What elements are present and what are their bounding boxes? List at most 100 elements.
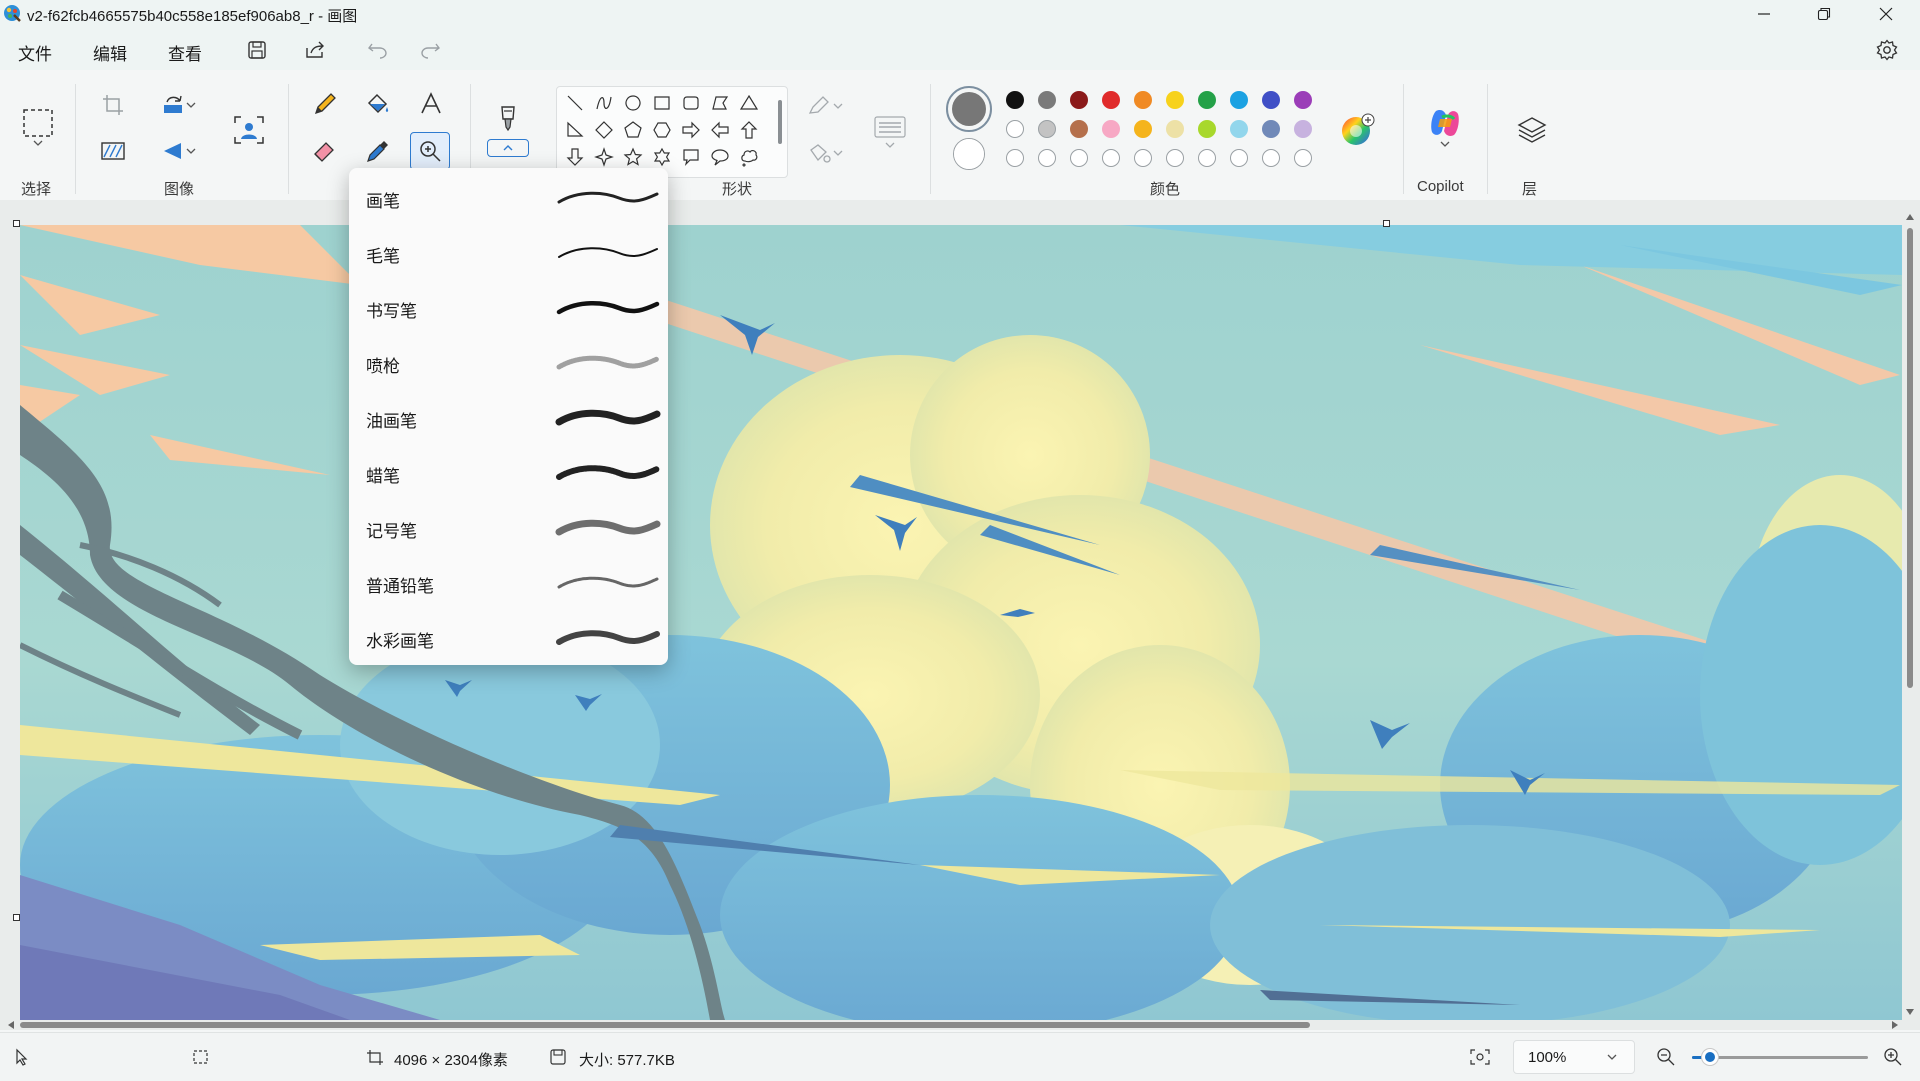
undo-button[interactable] (364, 36, 392, 64)
color-swatch[interactable] (1038, 149, 1056, 167)
primary-color-button[interactable] (946, 86, 992, 132)
restore-button[interactable] (1794, 0, 1854, 28)
resize-handle[interactable] (13, 220, 20, 227)
stroke-size-button[interactable] (870, 104, 910, 160)
hexagon-shape-icon[interactable] (653, 122, 671, 138)
curve-shape-icon[interactable] (596, 96, 612, 110)
minimize-button[interactable] (1734, 0, 1794, 28)
brush-menu-toggle[interactable] (487, 139, 529, 157)
copilot-button[interactable] (1425, 100, 1465, 156)
magnifier-button[interactable] (410, 132, 450, 170)
oval-callout-shape-icon[interactable] (711, 149, 729, 166)
four-point-star-shape-icon[interactable] (594, 147, 614, 167)
brush-option-calligraphy[interactable]: 毛笔 (349, 225, 668, 280)
line-shape-icon[interactable] (567, 95, 583, 111)
zoom-in-button[interactable] (1883, 1047, 1903, 1067)
crop-button[interactable] (94, 87, 132, 123)
color-swatch[interactable] (1294, 149, 1312, 167)
flip-button[interactable] (150, 133, 208, 169)
color-swatch[interactable] (1294, 91, 1312, 109)
down-arrow-shape-icon[interactable] (566, 148, 584, 166)
zoom-slider[interactable] (1692, 1048, 1868, 1066)
color-swatch[interactable] (1294, 120, 1312, 138)
brush-option-oil[interactable]: 油画笔 (349, 390, 668, 445)
left-arrow-shape-icon[interactable] (711, 121, 729, 139)
rect-callout-shape-icon[interactable] (683, 149, 699, 166)
remove-background-button[interactable] (229, 110, 269, 150)
settings-button[interactable] (1873, 36, 1901, 64)
right-triangle-shape-icon[interactable] (567, 121, 584, 137)
brushes-button[interactable] (487, 100, 529, 160)
color-swatch[interactable] (1038, 91, 1056, 109)
text-button[interactable] (412, 86, 450, 122)
six-point-star-shape-icon[interactable] (653, 147, 671, 167)
eraser-button[interactable] (306, 133, 344, 169)
resize-handle[interactable] (1383, 220, 1390, 227)
color-swatch[interactable] (1102, 91, 1120, 109)
save-button[interactable] (243, 36, 271, 64)
color-swatch[interactable] (1038, 120, 1056, 138)
menu-view[interactable]: 查看 (168, 40, 202, 65)
color-swatch[interactable] (1262, 120, 1280, 138)
color-swatch[interactable] (1230, 120, 1248, 138)
color-swatch[interactable] (1198, 91, 1216, 109)
color-swatch[interactable] (1070, 91, 1088, 109)
secondary-color-button[interactable] (953, 138, 985, 170)
fill-button[interactable] (359, 86, 397, 122)
color-swatch[interactable] (1166, 149, 1184, 167)
horizontal-scrollbar[interactable] (6, 1021, 1904, 1029)
shapes-gallery-scrollbar[interactable] (778, 100, 782, 144)
brush-option-crayon[interactable]: 蜡笔 (349, 445, 668, 500)
horizontal-scroll-thumb[interactable] (20, 1022, 1310, 1028)
vertical-scroll-thumb[interactable] (1907, 228, 1913, 688)
color-swatch[interactable] (1262, 91, 1280, 109)
color-swatch[interactable] (1134, 149, 1152, 167)
oval-shape-icon[interactable] (625, 95, 641, 111)
color-swatch[interactable] (1166, 91, 1184, 109)
brush-option-marker[interactable]: 记号笔 (349, 500, 668, 555)
brush-option-airbrush[interactable]: 喷枪 (349, 335, 668, 390)
resize-handle[interactable] (13, 914, 20, 921)
pencil-button[interactable] (306, 86, 344, 122)
share-button[interactable] (302, 36, 330, 64)
polygon-shape-icon[interactable] (712, 96, 729, 110)
brush-option-brush[interactable]: 画笔 (349, 170, 668, 225)
five-point-star-shape-icon[interactable] (623, 147, 643, 166)
color-swatch[interactable] (1166, 120, 1184, 138)
brush-option-pencil[interactable]: 普通铅笔 (349, 555, 668, 610)
cloud-callout-shape-icon[interactable] (741, 149, 758, 167)
color-swatch[interactable] (1006, 91, 1024, 109)
color-swatch[interactable] (1230, 91, 1248, 109)
triangle-shape-icon[interactable] (739, 94, 759, 110)
pentagon-shape-icon[interactable] (624, 121, 642, 138)
color-swatch[interactable] (1198, 120, 1216, 138)
close-button[interactable] (1856, 0, 1916, 28)
color-swatch[interactable] (1134, 120, 1152, 138)
brush-option-pen[interactable]: 书写笔 (349, 280, 668, 335)
color-swatch[interactable] (1134, 91, 1152, 109)
layers-button[interactable] (1512, 110, 1552, 150)
drawing-canvas[interactable] (20, 225, 1902, 1020)
color-swatch[interactable] (1198, 149, 1216, 167)
color-swatch[interactable] (1262, 149, 1280, 167)
resize-button[interactable] (94, 133, 132, 169)
edit-colors-button[interactable] (1340, 112, 1376, 148)
color-swatch[interactable] (1070, 149, 1088, 167)
color-swatch[interactable] (1006, 149, 1024, 167)
shape-fill-button[interactable] (800, 135, 852, 171)
rectangle-shape-icon[interactable] (654, 96, 670, 110)
right-arrow-shape-icon[interactable] (682, 121, 700, 139)
color-picker-button[interactable] (359, 133, 397, 169)
zoom-select[interactable]: 100% (1513, 1040, 1635, 1074)
color-swatch[interactable] (1102, 149, 1120, 167)
brush-option-watercolor[interactable]: 水彩画笔 (349, 610, 668, 665)
redo-button[interactable] (416, 36, 444, 64)
menu-file[interactable]: 文件 (18, 40, 52, 65)
zoom-out-button[interactable] (1656, 1047, 1676, 1067)
color-swatch[interactable] (1006, 120, 1024, 138)
color-swatch[interactable] (1230, 149, 1248, 167)
rounded-rectangle-shape-icon[interactable] (683, 96, 699, 110)
vertical-scrollbar[interactable] (1906, 212, 1914, 1032)
zoom-slider-thumb[interactable] (1701, 1049, 1718, 1065)
up-arrow-shape-icon[interactable] (740, 121, 758, 139)
